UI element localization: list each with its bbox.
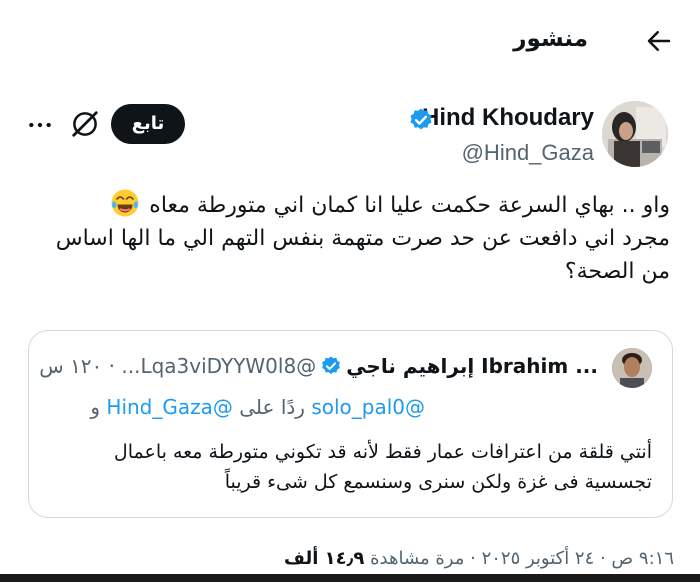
reply-mention[interactable]: @solo_pal0 <box>311 395 425 419</box>
header: منشور <box>0 0 700 88</box>
bottom-edge <box>0 574 700 582</box>
quoted-display-name[interactable]: ... Ibrahim إبراهيم ناجي <box>346 354 598 378</box>
more-icon[interactable] <box>27 112 53 138</box>
quoted-post-text: أنتي قلقة من اعترافات عمار فقط لأنه قد ت… <box>114 437 652 497</box>
quoted-line: أنتي قلقة من اعترافات عمار فقط لأنه قد ت… <box>113 441 652 463</box>
post-line: واو .. بهاي السرعة حكمت عليا انا كمان ان… <box>30 188 670 222</box>
laughing-emoji-icon <box>111 189 139 217</box>
post-meta: ٩:١٦ ص · ٢٤ أكتوبر ٢٠٢٥ · مرة مشاهدة ١٤٫… <box>284 548 674 569</box>
reply-prefix: ردًا على <box>239 395 305 419</box>
quoted-timestamp: · ١٢٠ س <box>39 354 116 378</box>
views-count: ١٤٫٩ ألف <box>284 548 365 569</box>
page-title: منشور <box>513 26 588 52</box>
verified-badge-icon <box>410 108 432 130</box>
post-text: واو .. بهاي السرعة حكمت عليا انا كمان ان… <box>30 188 670 288</box>
back-arrow-icon[interactable] <box>644 26 674 56</box>
follow-button[interactable]: تابع <box>111 104 185 144</box>
author-display-name[interactable]: Hind Khoudary <box>422 104 594 132</box>
quoted-author-line: ... Ibrahim إبراهيم ناجي @Lqa3viDYYW0l8.… <box>39 354 598 378</box>
author-avatar[interactable] <box>602 101 668 167</box>
verified-badge-icon <box>322 356 341 374</box>
grok-icon[interactable] <box>70 109 100 139</box>
quoted-handle[interactable]: @Lqa3viDYYW0l8... <box>121 354 316 378</box>
author-handle[interactable]: @Hind_Gaza <box>462 140 594 166</box>
post-timestamp[interactable]: ٩:١٦ ص · ٢٤ أكتوبر ٢٠٢٥ · <box>470 548 674 569</box>
quoted-reply-context: @solo_pal0 ردًا على @Hind_Gaza و <box>90 395 425 419</box>
reply-mention[interactable]: @Hind_Gaza <box>106 395 232 419</box>
post-line: مجرد اني دافعت عن حد صرت متهمة بنفس الته… <box>55 226 670 251</box>
quoted-line: تجسسية فى غزة ولكن سنرى وسنسمع كل شىء قر… <box>224 471 652 493</box>
views-label: مرة مشاهدة <box>370 548 465 569</box>
quoted-author-avatar[interactable] <box>612 348 652 388</box>
reply-and: و <box>90 395 101 419</box>
post-line-text: واو .. بهاي السرعة حكمت عليا انا كمان ان… <box>149 193 670 218</box>
post-line: من الصحة؟ <box>564 259 670 284</box>
